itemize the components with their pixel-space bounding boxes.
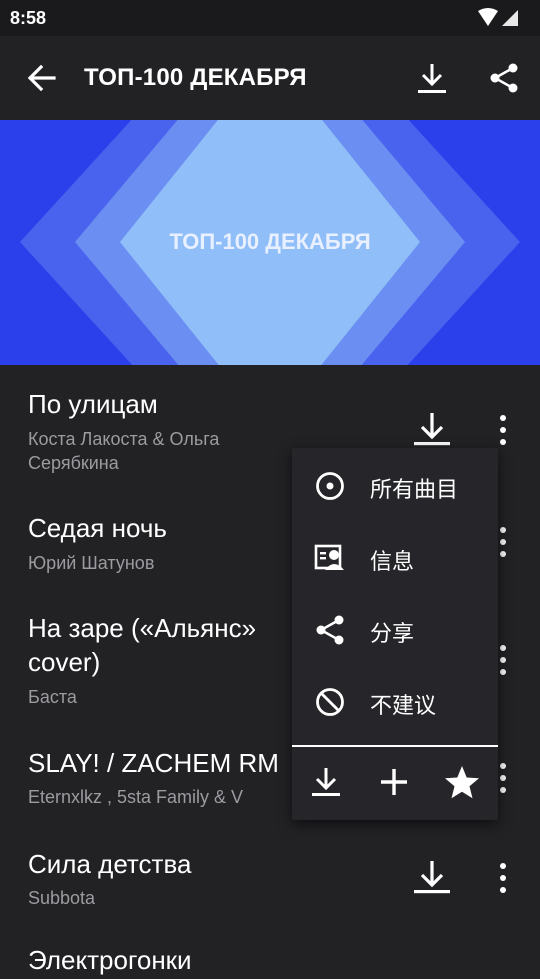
wifi-icon [478, 8, 498, 26]
cover-title: ТОП-100 ДЕКАБРЯ [169, 229, 371, 254]
menu-item-info[interactable]: 信息 [292, 524, 498, 588]
track-artist: Баста [28, 687, 77, 707]
track-artist: Subbota [28, 888, 96, 908]
menu-item-label: 信息 [370, 549, 415, 574]
more-options-icon[interactable] [494, 413, 512, 447]
signal-icons [478, 8, 518, 26]
track-title: По улицам [28, 389, 158, 419]
menu-item-label: 所有曲目 [370, 477, 459, 502]
menu-item-share[interactable]: 分享 [292, 596, 498, 660]
block-icon [316, 688, 344, 716]
menu-item-not-recommend[interactable]: 不建议 [292, 668, 498, 732]
track-title: Сила детства [28, 849, 192, 879]
playlist-cover: ТОП-100 ДЕКАБРЯ [0, 120, 540, 365]
track-title: На заре («Альянс» cover) [28, 613, 257, 677]
more-options-icon[interactable] [494, 861, 512, 895]
track-row[interactable]: Сила детства Subbota [0, 839, 540, 939]
info-card-icon [314, 544, 344, 570]
back-arrow-icon[interactable] [26, 62, 58, 94]
context-menu: 所有曲目 信息 分享 不建议 [292, 448, 498, 820]
page-title: ТОП-100 ДЕКАБРЯ [84, 64, 307, 91]
track-title: Электрогонки [28, 945, 192, 975]
share-icon[interactable] [488, 62, 520, 94]
track-title: Седая ночь [28, 513, 167, 543]
track-title: SLAY! / ZACHEM RM [28, 748, 279, 778]
track-row[interactable]: Электрогонки [0, 939, 540, 979]
menu-item-label: 不建议 [370, 693, 437, 718]
download-icon[interactable] [414, 60, 450, 96]
download-icon[interactable] [306, 762, 346, 802]
share-icon [316, 615, 344, 645]
add-icon[interactable] [374, 762, 414, 802]
menu-item-all-tracks[interactable]: 所有曲目 [292, 452, 498, 516]
status-time: 8:58 [10, 8, 47, 28]
star-icon[interactable] [442, 762, 482, 802]
status-bar: 8:58 [0, 0, 540, 36]
track-artist: Коста Лакоста & Ольга Серябкина [28, 429, 220, 473]
download-icon[interactable] [412, 857, 452, 897]
menu-divider [292, 745, 498, 747]
download-icon[interactable] [412, 409, 452, 449]
disc-icon [316, 472, 344, 500]
track-artist: Eternxlkz , 5sta Family & V [28, 787, 244, 807]
app-toolbar: ТОП-100 ДЕКАБРЯ [0, 36, 540, 120]
cell-signal-icon [502, 10, 518, 26]
menu-item-label: 分享 [370, 621, 415, 646]
track-artist: Юрий Шатунов [28, 553, 155, 573]
